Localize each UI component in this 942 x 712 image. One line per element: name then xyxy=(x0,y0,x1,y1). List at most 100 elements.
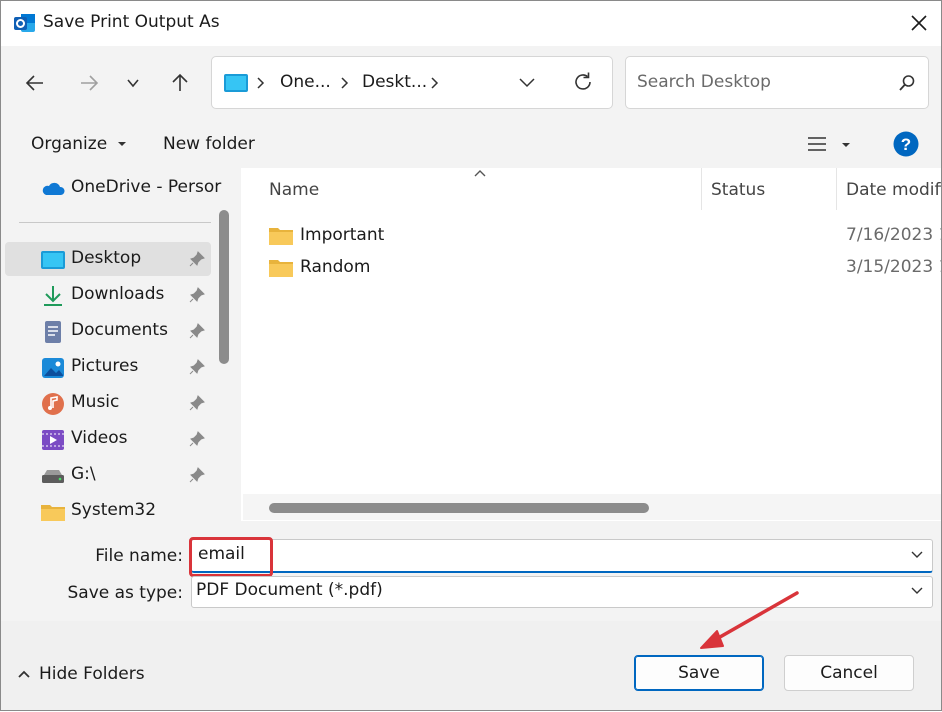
sort-ascending-icon xyxy=(474,170,486,177)
chevron-down-icon xyxy=(519,78,535,88)
column-header-date[interactable]: Date modifi xyxy=(846,180,941,200)
search-box[interactable]: Search Desktop xyxy=(625,56,929,109)
folder-icon xyxy=(269,260,293,277)
recent-locations-button[interactable] xyxy=(115,68,151,98)
file-name-field[interactable]: email xyxy=(191,539,933,573)
pin-icon xyxy=(189,359,205,375)
save-type-value: PDF Document (*.pdf) xyxy=(196,580,383,600)
save-type-select[interactable]: PDF Document (*.pdf) xyxy=(191,576,933,608)
sidebar-item-onedrive[interactable]: OneDrive - Persor xyxy=(5,171,221,205)
sidebar-item-label: Music xyxy=(71,392,120,412)
pin-icon xyxy=(189,287,205,303)
back-button[interactable] xyxy=(17,68,53,98)
videos-icon xyxy=(42,430,64,450)
refresh-icon xyxy=(575,72,591,90)
arrow-up-icon xyxy=(172,73,188,91)
sidebar-item-pictures[interactable]: Pictures xyxy=(5,350,211,384)
refresh-button[interactable] xyxy=(572,71,594,98)
column-divider[interactable] xyxy=(836,168,837,210)
column-header-name[interactable]: Name xyxy=(269,180,319,200)
sidebar-item-label: Documents xyxy=(71,320,168,340)
horizontal-scrollbar[interactable] xyxy=(243,494,941,520)
scrollbar-thumb[interactable] xyxy=(269,503,649,513)
file-name: Random xyxy=(300,257,371,277)
up-button[interactable] xyxy=(162,68,198,98)
sidebar-item-label: Pictures xyxy=(71,356,139,376)
desktop-icon xyxy=(41,251,65,269)
caret-down-icon xyxy=(842,143,850,147)
music-icon xyxy=(42,393,64,415)
column-header-status[interactable]: Status xyxy=(711,180,765,200)
column-divider[interactable] xyxy=(701,168,702,210)
arrow-right-icon xyxy=(81,75,99,91)
organize-menu[interactable]: Organize xyxy=(31,134,127,154)
title-bar: Save Print Output As xyxy=(1,1,941,46)
list-view-icon xyxy=(808,137,826,151)
close-button[interactable] xyxy=(903,7,935,39)
arrow-left-icon xyxy=(25,75,43,91)
chevron-down-icon[interactable] xyxy=(910,549,924,561)
sidebar-item-label: Desktop xyxy=(71,248,142,268)
sidebar-item-label: Downloads xyxy=(71,284,165,304)
pin-icon xyxy=(189,431,205,447)
chevron-right-icon xyxy=(338,74,352,92)
svg-text:?: ? xyxy=(901,135,911,154)
address-bar[interactable]: One... Deskt... xyxy=(211,56,613,109)
organize-label: Organize xyxy=(31,134,108,154)
file-date: 7/16/2023 1 xyxy=(846,225,941,245)
drive-icon xyxy=(42,470,64,483)
sidebar-item-downloads[interactable]: Downloads xyxy=(5,278,211,312)
new-folder-button[interactable]: New folder xyxy=(163,134,255,154)
dialog-title: Save Print Output As xyxy=(43,12,220,32)
download-icon xyxy=(44,286,62,306)
pin-icon xyxy=(189,395,205,411)
sidebar-item-desktop[interactable]: Desktop xyxy=(5,242,211,276)
file-name: Important xyxy=(300,225,385,245)
sidebar-item-label: OneDrive - Persor xyxy=(71,177,222,197)
navigation-bar: One... Deskt... Search Desktop xyxy=(1,46,941,120)
folder-icon xyxy=(41,505,65,521)
search-icon xyxy=(899,75,915,91)
folder-icon xyxy=(269,228,293,245)
command-bar: Organize New folder ? xyxy=(1,120,941,168)
outlook-icon xyxy=(14,14,35,32)
navigation-pane: OneDrive - Persor Desktop Downloads Docu… xyxy=(1,168,237,521)
save-button[interactable]: Save xyxy=(634,655,764,691)
list-item[interactable]: Random 3/15/2023 1 xyxy=(261,253,941,283)
caret-down-icon xyxy=(117,142,126,146)
chevron-right-icon xyxy=(428,74,442,92)
sidebar-scrollbar[interactable] xyxy=(219,210,229,364)
file-list: Name Status Date modifi Important 7/16/2… xyxy=(241,168,941,521)
chevron-down-icon xyxy=(127,79,139,88)
sidebar-item-drive-g[interactable]: G:\ xyxy=(5,458,211,492)
view-options-button[interactable] xyxy=(801,132,861,158)
pin-icon xyxy=(189,323,205,339)
desktop-icon xyxy=(224,74,248,92)
sidebar-item-documents[interactable]: Documents xyxy=(5,314,211,348)
close-icon xyxy=(911,15,927,31)
breadcrumb-onedrive[interactable]: One... xyxy=(280,72,331,92)
breadcrumb-desktop[interactable]: Deskt... xyxy=(362,72,427,92)
list-item[interactable]: Important 7/16/2023 1 xyxy=(261,221,941,251)
file-name-label: File name: xyxy=(95,546,183,566)
onedrive-icon xyxy=(42,182,65,195)
chevron-right-icon xyxy=(254,74,268,92)
sidebar-item-system32[interactable]: System32 xyxy=(5,494,211,521)
hide-folders-button[interactable]: Hide Folders xyxy=(17,664,145,684)
sidebar-divider xyxy=(19,222,211,223)
dialog-footer: Hide Folders Save Cancel xyxy=(1,621,941,710)
sidebar-item-label: System32 xyxy=(71,500,157,520)
cancel-button[interactable]: Cancel xyxy=(784,655,914,691)
sidebar-item-label: Videos xyxy=(71,428,128,448)
address-dropdown-button[interactable] xyxy=(518,73,536,96)
save-type-label: Save as type: xyxy=(67,583,183,603)
forward-button[interactable] xyxy=(71,68,107,98)
search-input[interactable]: Search Desktop xyxy=(637,72,771,92)
file-date: 3/15/2023 1 xyxy=(846,257,941,277)
pictures-icon xyxy=(42,358,64,378)
sidebar-item-videos[interactable]: Videos xyxy=(5,422,211,456)
save-dialog: Save Print Output As One... Deskt... Sea… xyxy=(0,0,942,711)
sidebar-item-music[interactable]: Music xyxy=(5,386,211,420)
save-form: File name: email Save as type: PDF Docum… xyxy=(1,521,941,621)
help-icon[interactable]: ? xyxy=(893,131,919,157)
